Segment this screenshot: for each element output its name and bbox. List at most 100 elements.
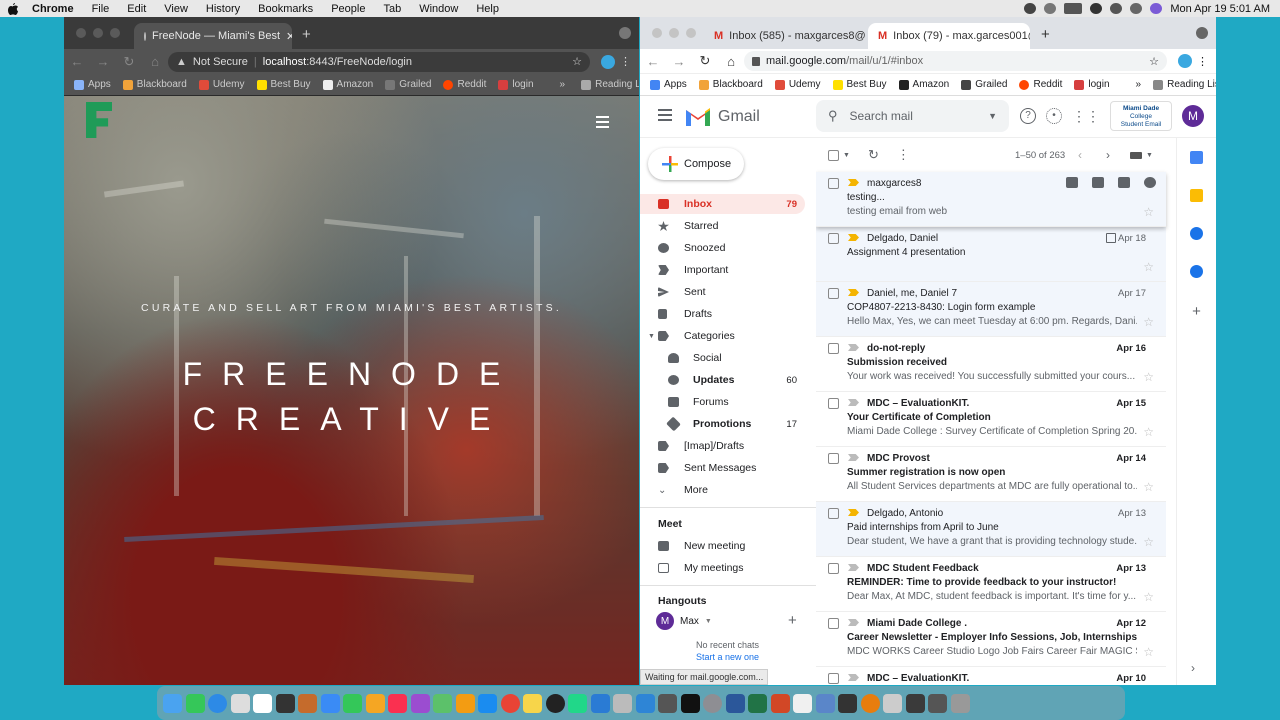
start-new-chat-link[interactable]: Start a new one xyxy=(696,652,759,661)
nav-more[interactable]: ⌄ More xyxy=(640,480,805,500)
star-icon[interactable]: ☆ xyxy=(1143,260,1154,274)
wifi-icon[interactable] xyxy=(1090,3,1103,14)
nav-drafts[interactable]: Drafts xyxy=(640,304,805,324)
email-row[interactable]: MDC – EvaluationKIT.Apr 10☆ xyxy=(816,667,1166,685)
package-icon[interactable] xyxy=(613,693,632,713)
star-icon[interactable]: ☆ xyxy=(1143,535,1154,549)
calendar-app-icon[interactable] xyxy=(1190,151,1203,164)
important-marker-icon[interactable] xyxy=(848,564,859,571)
xcode-icon[interactable] xyxy=(635,693,655,713)
tab-inbox-1[interactable]: M Inbox (585) - maxgarces8@gm xyxy=(704,23,866,49)
downloads-icon[interactable] xyxy=(928,693,947,713)
bookmark-udemy[interactable]: Udemy xyxy=(198,79,245,90)
email-row[interactable]: Miami Dade College . Career Newsletter - … xyxy=(816,612,1166,667)
calendar-icon[interactable] xyxy=(253,693,272,713)
window-controls[interactable] xyxy=(76,28,120,38)
instruments-icon[interactable] xyxy=(658,693,677,713)
bookmark-apps[interactable]: Apps xyxy=(650,79,687,90)
notes-icon[interactable] xyxy=(523,693,542,713)
tab-search-icon[interactable] xyxy=(1196,27,1208,39)
email-row[interactable]: MDC – EvaluationKIT. Your Certificate of … xyxy=(816,392,1166,447)
reload-icon[interactable]: ↻ xyxy=(692,53,718,69)
add-chat-icon[interactable]: + xyxy=(788,612,797,629)
row-checkbox[interactable] xyxy=(828,453,839,464)
more-bookmarks-icon[interactable]: » xyxy=(1136,79,1142,90)
keyboard-icon[interactable] xyxy=(883,693,902,713)
menu-file[interactable]: File xyxy=(92,3,110,15)
bookmark-star-icon[interactable]: ☆ xyxy=(572,55,582,68)
menu-tab[interactable]: Tab xyxy=(383,3,401,15)
new-meeting[interactable]: New meeting xyxy=(640,536,805,556)
back-icon[interactable]: ← xyxy=(64,54,90,69)
reading-list[interactable]: Reading List xyxy=(581,79,639,90)
important-marker-icon[interactable] xyxy=(848,344,859,351)
bookmark-reddit[interactable]: Reddit xyxy=(1019,79,1062,90)
email-row[interactable]: Daniel, me, Daniel 7 COP4807-2213-8430: L… xyxy=(816,282,1166,337)
row-checkbox[interactable] xyxy=(828,288,839,299)
menu-window[interactable]: Window xyxy=(419,3,458,15)
menu-help[interactable]: Help xyxy=(476,3,499,15)
row-checkbox[interactable] xyxy=(828,233,839,244)
terminal-icon[interactable] xyxy=(680,693,700,713)
bookmark-bestbuy[interactable]: Best Buy xyxy=(832,79,887,90)
search-input[interactable]: ⚲ Search mail ▼ xyxy=(816,100,1009,132)
safari-icon[interactable] xyxy=(208,693,227,713)
nav-sent-messages[interactable]: Sent Messages xyxy=(640,458,805,478)
word-icon[interactable] xyxy=(725,693,745,713)
tab-freenode[interactable]: FreeNode — Miami's Best ✕ xyxy=(134,23,292,49)
compose-button[interactable]: Compose xyxy=(648,148,744,180)
contacts-app-icon[interactable] xyxy=(1190,265,1203,278)
gmail-logo-icon[interactable] xyxy=(686,107,710,126)
settings-icon[interactable] xyxy=(703,693,722,713)
settings-gear-icon[interactable]: • xyxy=(1046,108,1062,124)
facetime-icon[interactable] xyxy=(185,693,205,713)
email-row[interactable]: maxgarces8 testing... testing email from w… xyxy=(816,172,1166,227)
chrome-icon[interactable] xyxy=(500,693,520,713)
bookmark-amazon[interactable]: Amazon xyxy=(898,79,949,90)
star-icon[interactable]: ☆ xyxy=(1143,205,1154,219)
important-marker-icon[interactable] xyxy=(848,454,859,461)
bookmark-udemy[interactable]: Udemy xyxy=(774,79,821,90)
home-icon[interactable]: ⌂ xyxy=(142,54,168,69)
profile-icon[interactable] xyxy=(1178,54,1192,68)
archive-icon[interactable] xyxy=(1066,177,1078,188)
email-row[interactable]: Delgado, Daniel Assignment 4 presentation… xyxy=(816,227,1166,282)
finder-icon[interactable] xyxy=(163,693,182,713)
record-icon[interactable] xyxy=(1024,3,1037,14)
powerpoint-icon[interactable] xyxy=(770,693,790,713)
star-icon[interactable]: ☆ xyxy=(1143,590,1154,604)
bookmark-login[interactable]: login xyxy=(1074,79,1110,90)
menu-history[interactable]: History xyxy=(206,3,240,15)
row-checkbox[interactable] xyxy=(828,178,839,189)
excel-icon[interactable] xyxy=(748,693,767,713)
menu-edit[interactable]: Edit xyxy=(127,3,146,15)
nav-promotions[interactable]: Promotions 17 xyxy=(640,414,805,434)
guitar-icon[interactable] xyxy=(298,693,317,713)
important-marker-icon[interactable] xyxy=(848,289,859,296)
siri-icon[interactable] xyxy=(1150,3,1163,14)
star-icon[interactable]: ☆ xyxy=(1143,425,1154,439)
star-icon[interactable]: ☆ xyxy=(1143,315,1154,329)
reload-icon[interactable]: ↻ xyxy=(116,54,142,70)
important-marker-icon[interactable] xyxy=(848,399,859,406)
control-center-icon[interactable] xyxy=(1130,3,1143,14)
music-icon[interactable] xyxy=(388,693,407,713)
help-icon[interactable]: ? xyxy=(1020,108,1036,124)
window-controls[interactable] xyxy=(652,28,696,38)
nav-important[interactable]: Important xyxy=(640,260,805,280)
org-logo[interactable]: Miami Dade College Student Email xyxy=(1110,101,1172,131)
keep-app-icon[interactable] xyxy=(1190,189,1203,202)
home-icon[interactable]: ⌂ xyxy=(718,54,744,69)
textedit-icon[interactable] xyxy=(793,693,812,713)
bookmark-blackboard[interactable]: Blackboard xyxy=(698,79,763,90)
important-marker-icon[interactable] xyxy=(848,619,859,626)
new-tab-icon[interactable]: + xyxy=(1041,26,1050,43)
menu-people[interactable]: People xyxy=(331,3,365,15)
pycharm-icon[interactable] xyxy=(568,693,587,713)
preview-icon[interactable] xyxy=(815,693,835,713)
folder-icon[interactable] xyxy=(905,693,925,713)
books-icon[interactable] xyxy=(455,693,475,713)
input-tools-icon[interactable] xyxy=(1130,151,1142,159)
nav-starred[interactable]: Starred xyxy=(640,216,805,236)
snooze-icon[interactable] xyxy=(1144,177,1156,188)
